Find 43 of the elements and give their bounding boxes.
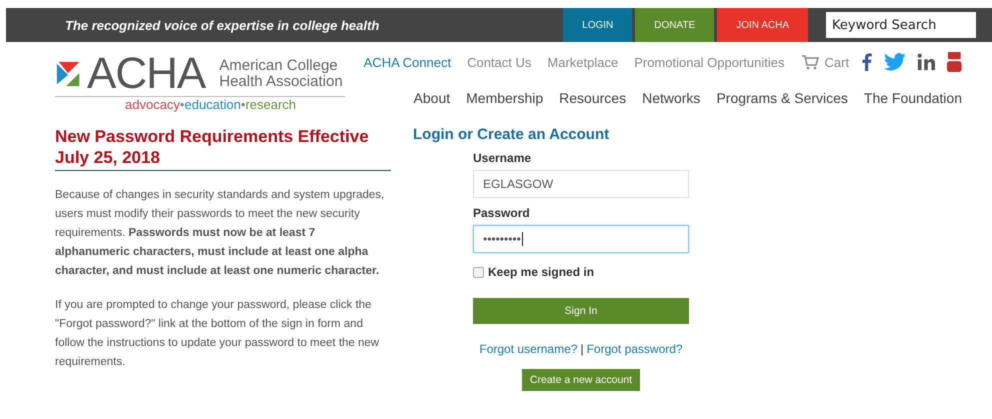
logo-name: Health Association: [219, 74, 343, 90]
create-account-button[interactable]: Create a new account: [522, 369, 640, 391]
motto-word: •: [180, 97, 184, 112]
login-title: Login or Create an Account: [413, 126, 610, 143]
field-label: Username: [473, 151, 532, 165]
header-button[interactable]: LOGIN: [563, 8, 632, 42]
sign-in-button[interactable]: Sign In: [473, 298, 689, 324]
motto-word: research: [245, 97, 296, 112]
header-button[interactable]: JOIN ACHA: [717, 8, 808, 42]
nav-link[interactable]: Resources: [559, 90, 626, 106]
linkedin-icon[interactable]: [917, 53, 936, 71]
notice-paragraph: Because of changes in security standards and system upgrades, users must modify their passwords to meet the new security requirements. Passwords must now be at least 7 alphanumeric characters, must include at least one alpha character, and must include at least one numeric character.: [55, 188, 386, 279]
notice-paragraph: If you are prompted to change your password, please click the "Forgot password?" link at the bottom of the sign in form and follow the instructions to update your password to meet the new requirements.: [55, 298, 380, 370]
cart-icon[interactable]: [800, 54, 819, 70]
logo-name: American College: [219, 58, 339, 74]
nav-link[interactable]: The Foundation: [864, 90, 962, 106]
forgot-password-link[interactable]: Forgot password?: [586, 342, 683, 356]
header-button[interactable]: DONATE: [635, 8, 714, 42]
checkbox[interactable]: [473, 266, 484, 278]
checkbox-label: Keep me signed in: [488, 265, 594, 279]
tagline: The recognized voice of expertise in college health: [65, 18, 380, 32]
motto-word: advocacy: [125, 97, 180, 112]
utility-link[interactable]: Promotional Opportunities: [634, 54, 785, 70]
input-field[interactable]: •••••••••: [473, 225, 689, 253]
forgot-username-link[interactable]: Forgot username?: [479, 342, 578, 356]
logo-acronym: ACHA: [87, 54, 206, 94]
utility-link[interactable]: Contact Us: [467, 54, 532, 70]
cart-link[interactable]: Cart: [824, 54, 850, 70]
input-field[interactable]: EGLASGOW: [473, 170, 689, 198]
bird-icon[interactable]: [884, 53, 906, 71]
notice-title: New Password Requirements Effective July 25, 2018: [55, 126, 391, 171]
nav-link[interactable]: Membership: [466, 90, 544, 106]
separator: |: [580, 342, 584, 356]
nav-link[interactable]: About: [414, 90, 450, 106]
facebook-icon[interactable]: [861, 53, 872, 71]
utility-link[interactable]: Marketplace: [547, 54, 618, 70]
motto-word: education: [184, 97, 241, 112]
search-field[interactable]: Keyword Search: [826, 12, 976, 38]
motto-word: •: [240, 97, 246, 112]
nav-link[interactable]: Networks: [642, 90, 700, 106]
nav-link[interactable]: Programs & Services: [716, 90, 848, 106]
utility-link[interactable]: ACHA Connect: [364, 54, 452, 70]
field-label: Password: [473, 206, 531, 220]
